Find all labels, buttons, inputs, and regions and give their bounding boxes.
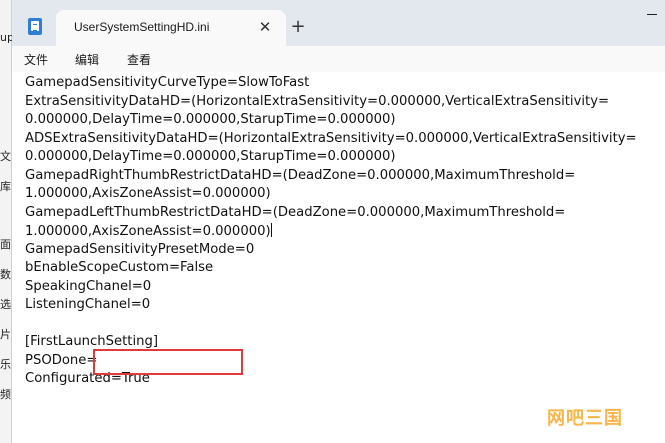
editor-line: 1.000000,AxisZoneAssist=0.000000)	[25, 224, 271, 239]
editor-line: 0.000000,DelayTime=0.000000,StarupTime=0…	[25, 149, 396, 164]
highlight-box	[93, 349, 243, 375]
editor-line: GamepadRightThumbRestrictDataHD=(DeadZon…	[25, 168, 576, 183]
notepad-icon	[28, 18, 42, 35]
text-caret	[270, 223, 272, 237]
background-fragment: 面	[0, 238, 11, 251]
editor-line: GamepadLeftThumbRestrictDataHD=(DeadZone…	[25, 205, 566, 220]
editor-line: 1.000000,AxisZoneAssist=0.000000)	[25, 186, 271, 201]
background-window: up 文 库 面 数 选 片 乐 频	[0, 0, 12, 443]
editor-line: GamepadSensitivityCurveType=SlowToFast	[25, 75, 310, 90]
editor-line: ListeningChanel=0	[25, 297, 151, 312]
background-fragment: 频	[0, 388, 11, 401]
menu-edit[interactable]: 编辑	[75, 51, 99, 68]
close-icon[interactable]: ✕	[256, 18, 274, 36]
title-bar: UserSystemSettingHD.ini ✕ +	[12, 0, 665, 46]
editor-line: 0.000000,DelayTime=0.000000,StarupTime=0…	[25, 112, 396, 127]
background-fragment: 片	[0, 328, 11, 341]
menu-file[interactable]: 文件	[24, 51, 48, 68]
tab-usersystemsettinghd[interactable]: UserSystemSettingHD.ini ✕	[56, 10, 286, 46]
menu-bar: 文件 编辑 查看	[12, 46, 665, 72]
menu-view[interactable]: 查看	[127, 51, 151, 68]
editor-line: ExtraSensitivityDataHD=(HorizontalExtraS…	[25, 94, 610, 109]
watermark-logo: 网吧三国	[547, 408, 623, 429]
editor-line: GamepadSensitivityPresetMode=0	[25, 242, 255, 257]
background-fragment: up	[0, 31, 12, 44]
background-fragment: 文	[0, 150, 11, 163]
background-fragment: 数	[0, 268, 11, 281]
background-fragment: 乐	[0, 358, 11, 371]
background-fragment: 选	[0, 298, 11, 311]
background-fragment: 库	[0, 180, 11, 193]
editor-line: PSODone=	[25, 353, 98, 368]
text-editor[interactable]: GamepadSensitivityCurveType=SlowToFast E…	[12, 72, 665, 443]
editor-line: bEnableScopeCustom=False	[25, 260, 214, 275]
minimize-icon[interactable]	[635, 14, 665, 16]
editor-line: SpeakingChanel=0	[25, 279, 152, 294]
editor-line: [FirstLaunchSetting]	[25, 334, 159, 349]
tab-title: UserSystemSettingHD.ini	[74, 20, 210, 34]
plus-icon[interactable]: +	[288, 18, 308, 38]
editor-line: ADSExtraSensitivityDataHD=(HorizontalExt…	[25, 131, 637, 146]
editor-line-with-caret: 1.000000,AxisZoneAssist=0.000000)	[25, 223, 272, 239]
